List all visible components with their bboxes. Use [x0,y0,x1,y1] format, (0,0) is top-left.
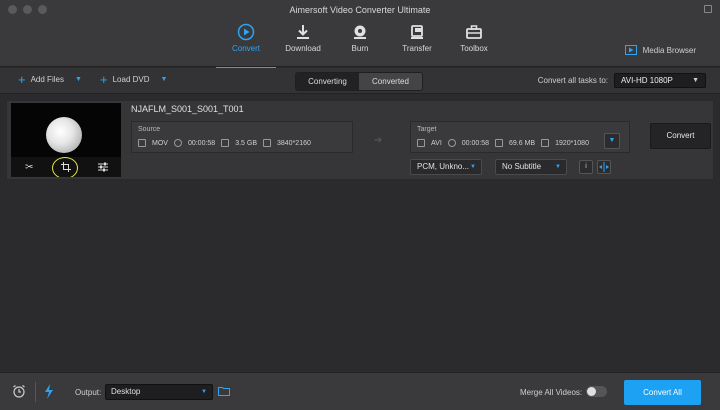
trim-icon[interactable]: ✂ [21,159,37,175]
target-size: 69.6 MB [509,139,536,147]
format-icon [417,139,425,147]
tab-converting[interactable]: Converting [296,73,359,90]
bottom-bar: Output: Desktop ▼ Merge All Videos: Conv… [0,372,720,410]
source-size: 3.5 GB [235,139,257,147]
source-duration: 00:00:58 [187,139,216,147]
divider [35,382,36,402]
source-resolution: 3840*2160 [277,139,311,147]
format-icon [138,139,146,147]
source-info: Source MOV 00:00:58 3.5 GB 3840*2160 [131,121,353,153]
download-icon [297,25,309,39]
folder-icon[interactable] [218,386,230,396]
output-format-value: AVI-HD 1080P [621,76,673,85]
load-dvd-button[interactable]: + Load DVD ▼ [100,71,168,87]
compare-icon [599,162,609,172]
tab-download[interactable]: Download [273,23,333,53]
toggle-knob [587,387,596,396]
effects-icon[interactable] [95,159,111,175]
tab-burn[interactable]: Burn [330,23,390,53]
view-segmented-control: Converting Converted [295,72,423,91]
add-files-label: Add Files [30,75,64,84]
load-dvd-label: Load DVD [112,75,150,84]
audio-track-value: PCM, Unkno... [417,162,470,171]
folder-icon [495,139,504,147]
subtitle-select[interactable]: No Subtitle ▼ [495,159,567,175]
source-details: MOV 00:00:58 3.5 GB 3840*2160 [138,139,311,147]
task-list: ✂ NJAFLM_S001_S001_T001 Source MOV 00:00… [0,94,720,372]
media-browser-label: Media Browser [642,45,696,55]
moon-image [46,117,82,153]
task-bar: + Add Files ▼ + Load DVD ▼ Converting Co… [0,68,720,94]
target-resolution: 1920*1080 [555,139,589,147]
convert-icon [237,23,255,41]
target-info[interactable]: Target AVI 00:00:58 69.6 MB 1920*1080 [410,121,630,153]
chevron-down-icon: ▼ [608,137,616,144]
tab-burn-label: Burn [351,44,369,53]
target-details: AVI 00:00:58 69.6 MB 1920*1080 [417,139,589,147]
file-name: NJAFLM_S001_S001_T001 [131,104,244,114]
convert-all-to-label: Convert all tasks to: [537,76,608,85]
output-format-select[interactable]: AVI-HD 1080P ▼ [614,73,706,88]
source-format: MOV [152,139,168,147]
target-format-dropdown-button[interactable]: ▼ [604,133,620,149]
transfer-icon [411,25,423,39]
arrow-right-icon: ➔ [374,135,383,146]
clock-icon [173,139,182,147]
chevron-down-icon: ▼ [555,164,561,170]
merge-all-label: Merge All Videos: [520,388,583,397]
zoom-window-button[interactable] [704,5,712,13]
folder-icon [221,139,230,147]
chevron-down-icon: ▼ [692,77,699,84]
info-button[interactable]: i [579,160,593,174]
crop-highlight-circle [52,157,78,177]
convert-button[interactable]: Convert [650,123,711,149]
main-toolbar: Convert Download Burn Transfer Toolbox M… [0,20,720,69]
tab-download-label: Download [285,44,321,53]
tab-convert-label: Convert [231,44,260,53]
output-folder-select[interactable]: Desktop ▼ [105,384,213,400]
source-header: Source [138,126,161,133]
tab-toolbox[interactable]: Toolbox [444,23,504,53]
tab-transfer[interactable]: Transfer [387,23,447,53]
subtitle-value: No Subtitle [502,162,542,171]
output-folder-value: Desktop [111,387,141,396]
tab-converted[interactable]: Converted [359,73,422,90]
merge-all-toggle[interactable] [586,386,607,397]
add-files-button[interactable]: + Add Files ▼ [18,71,82,87]
target-format: AVI [431,139,442,147]
title-bar: Aimersoft Video Converter Ultimate [0,0,720,20]
clock-icon [447,139,456,147]
compare-button[interactable] [597,160,611,174]
target-duration: 00:00:58 [461,139,490,147]
toolbox-icon [466,25,482,39]
high-speed-icon[interactable] [44,384,54,399]
resolution-icon [541,139,550,147]
chevron-down-icon: ▼ [470,164,476,170]
tab-convert[interactable]: Convert [216,23,276,69]
media-browser-icon [624,45,637,55]
output-label: Output: [75,388,102,397]
task-item: ✂ NJAFLM_S001_S001_T001 Source MOV 00:00… [6,100,714,180]
plus-icon: + [100,71,108,87]
video-thumbnail[interactable]: ✂ [11,103,121,177]
burn-icon [354,25,366,39]
chevron-down-icon[interactable]: ▼ [161,76,168,83]
convert-all-button[interactable]: Convert All [624,380,701,405]
resolution-icon [263,139,271,147]
alarm-clock-icon[interactable] [12,384,26,398]
audio-track-select[interactable]: PCM, Unkno... ▼ [410,159,482,175]
info-icon: i [585,163,587,170]
tab-toolbox-label: Toolbox [460,44,488,53]
media-browser-button[interactable]: Media Browser [624,45,696,55]
chevron-down-icon[interactable]: ▼ [75,76,82,83]
target-header: Target [417,126,437,133]
window-title: Aimersoft Video Converter Ultimate [289,5,431,15]
plus-icon: + [18,71,26,87]
tab-transfer-label: Transfer [402,44,432,53]
chevron-down-icon: ▼ [201,389,207,395]
